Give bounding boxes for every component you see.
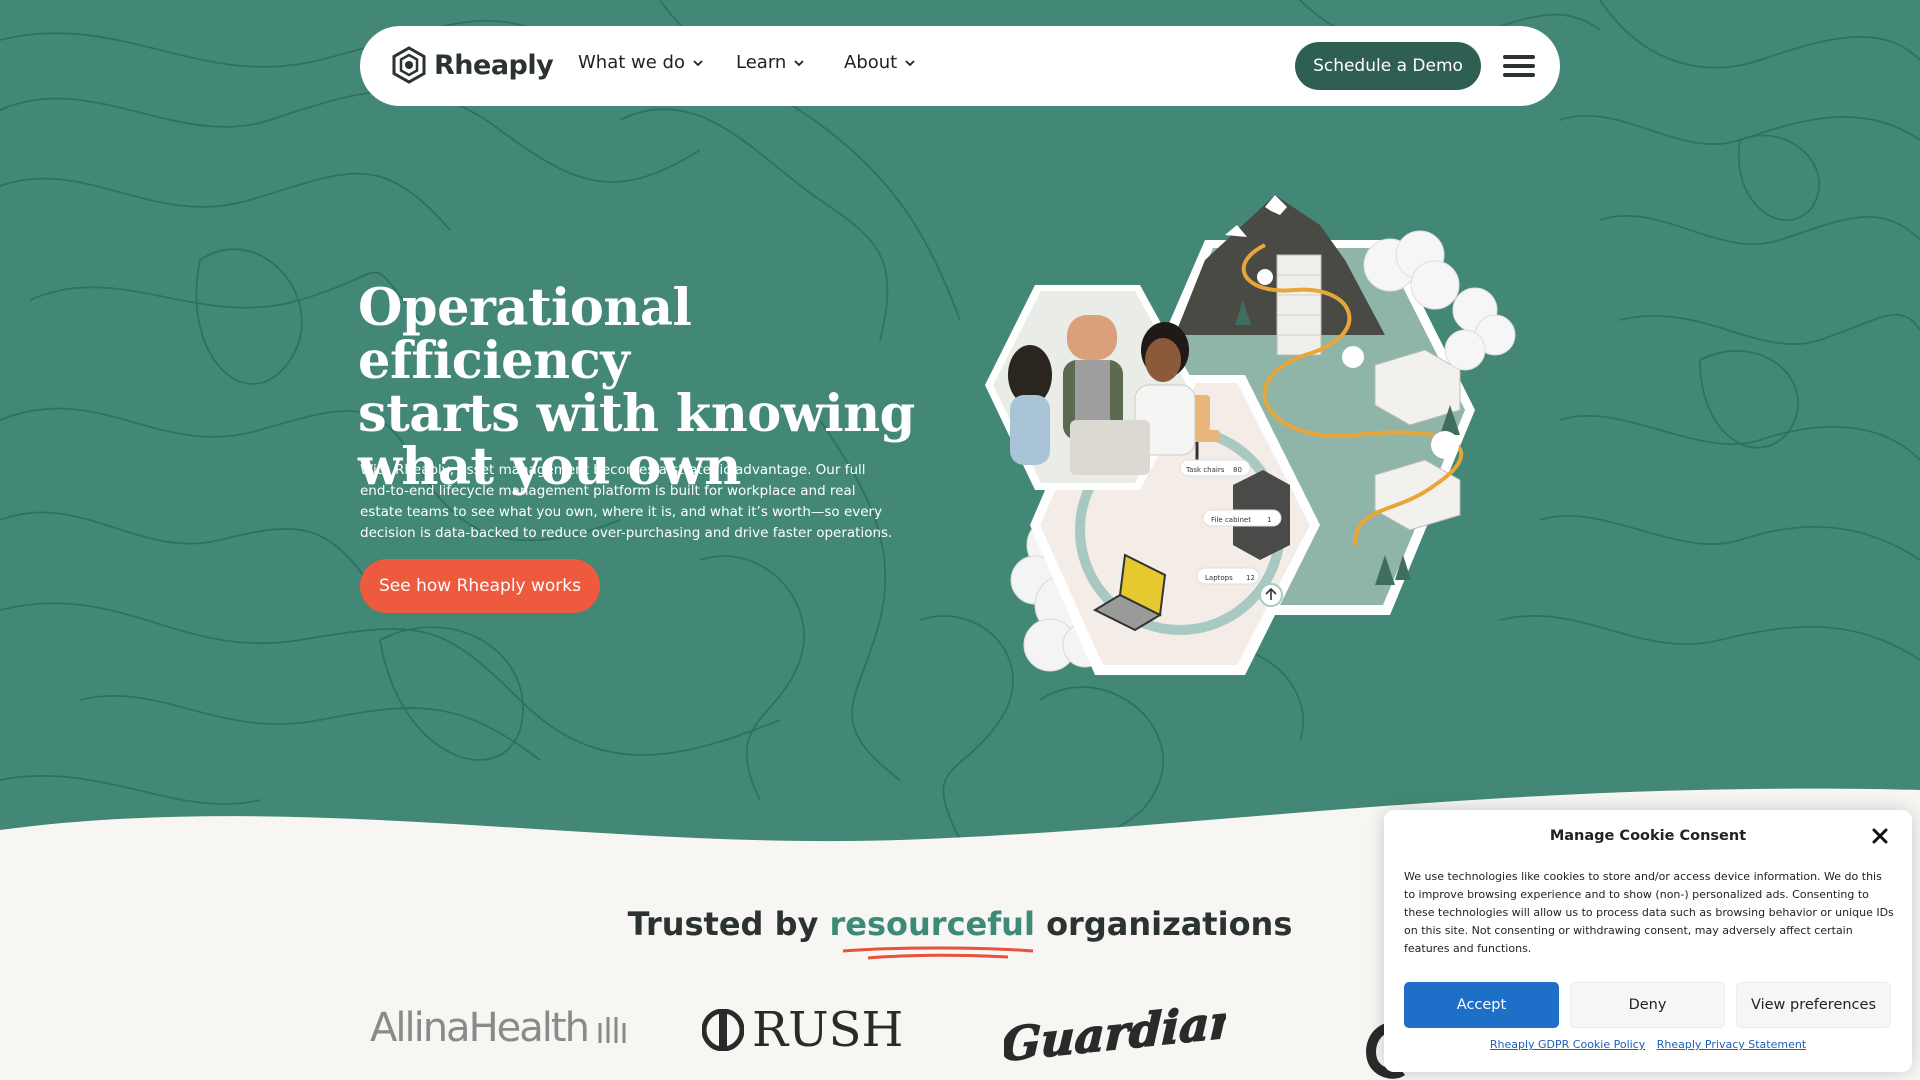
chevron-down-icon: [794, 59, 804, 66]
privacy-statement-link[interactable]: Rheaply Privacy Statement: [1657, 1038, 1806, 1051]
cookie-text: We use technologies like cookies to stor…: [1404, 870, 1894, 955]
trusted-suffix: organizations: [1046, 905, 1293, 943]
cookie-links: Rheaply GDPR Cookie Policy Rheaply Priva…: [1384, 1038, 1912, 1051]
cookie-preferences-button[interactable]: View preferences: [1736, 982, 1891, 1028]
nav-item-learn[interactable]: Learn: [736, 52, 804, 73]
trusted-accent: resourceful: [829, 905, 1035, 943]
cookie-accept-button[interactable]: Accept: [1404, 982, 1559, 1028]
logo-rush: RUSH: [702, 1002, 903, 1058]
chip-file-cabinet-count: 1: [1267, 516, 1271, 524]
nav-item-label: About: [844, 52, 898, 73]
accent-underline: [842, 946, 1034, 960]
rheaply-logo-icon: [392, 46, 426, 84]
rush-mark-icon: [702, 1009, 744, 1051]
logo-guardians: Guardians: [1004, 992, 1226, 1072]
menu-icon[interactable]: [1503, 55, 1535, 77]
see-how-it-works-button[interactable]: See how Rheaply works: [360, 559, 600, 613]
hero-illustration: Task chairs 80 File cabinet 1 Laptops 12: [985, 195, 1516, 675]
allina-mark-icon: [598, 1017, 626, 1043]
topographic-background: [0, 0, 1920, 860]
close-icon[interactable]: [1870, 826, 1890, 846]
allina-wordmark: AllinaHealth: [370, 1005, 590, 1051]
chip-file-cabinet-label: File cabinet: [1211, 516, 1251, 524]
hero-title-line: starts with knowing: [358, 384, 915, 444]
schedule-demo-button[interactable]: Schedule a Demo: [1295, 42, 1481, 90]
chip-laptops-count: 12: [1246, 574, 1255, 582]
hero-title-line: Operational efficiency: [358, 278, 692, 391]
chevron-down-icon: [905, 59, 915, 66]
chip-laptops-label: Laptops: [1205, 574, 1233, 582]
cookie-title: Manage Cookie Consent: [1549, 828, 1747, 844]
rush-wordmark: RUSH: [752, 1002, 904, 1058]
nav-item-label: Learn: [736, 52, 787, 73]
chevron-down-icon: [693, 59, 703, 66]
chip-task-chairs-count: 80: [1233, 466, 1242, 474]
nav-item-about[interactable]: About: [844, 52, 915, 73]
nav-item-label: What we do: [578, 52, 685, 73]
nav-item-what-we-do[interactable]: What we do: [578, 52, 703, 73]
guardians-wordmark: Guardians: [1004, 992, 1226, 1072]
trusted-prefix: Trusted by: [627, 905, 819, 943]
rheaply-logo[interactable]: Rheaply: [390, 46, 554, 84]
cookie-deny-button[interactable]: Deny: [1570, 982, 1725, 1028]
cookie-consent-dialog: Manage Cookie Consent We use technologie…: [1384, 810, 1912, 1072]
top-navigation: Rheaply What we do Learn About Schedule …: [360, 26, 1560, 106]
chip-task-chairs-label: Task chairs: [1185, 466, 1225, 474]
hero-description: With Rheaply, asset management becomes a…: [360, 462, 893, 541]
logo-text: Rheaply: [434, 49, 554, 81]
logo-allina-health: AllinaHealth: [370, 1005, 630, 1051]
cookie-policy-link[interactable]: Rheaply GDPR Cookie Policy: [1490, 1038, 1645, 1051]
